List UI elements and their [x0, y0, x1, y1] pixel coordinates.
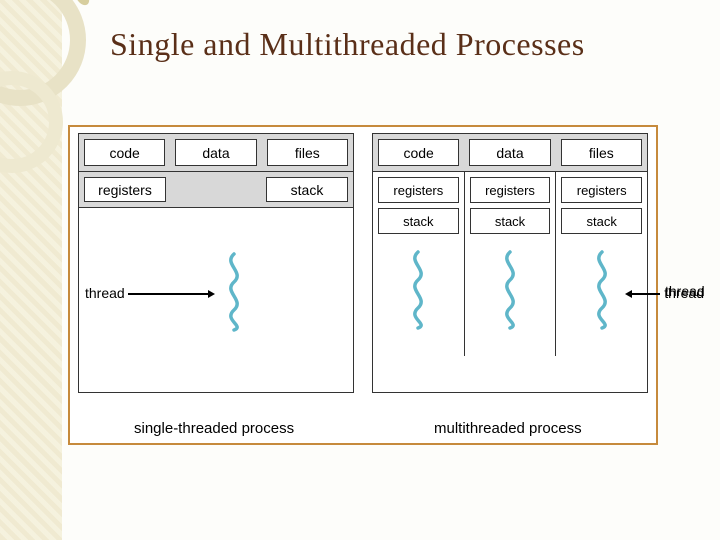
arrow-line	[128, 293, 208, 295]
single-threaded-panel: code data files registers stack	[78, 127, 354, 412]
cell-registers: registers	[378, 177, 459, 203]
cell-code: code	[378, 139, 459, 166]
arrow-line	[632, 293, 660, 295]
cell-data: data	[469, 139, 550, 166]
thread-label-left: thread	[85, 285, 125, 301]
diagram-figure: code data files registers stack code dat…	[68, 125, 658, 445]
multi-shared-row: code data files	[373, 134, 647, 172]
thread-squiggle-icon	[587, 250, 617, 330]
single-caption: single-threaded process	[134, 420, 294, 437]
cell-registers: registers	[470, 177, 551, 203]
multithreaded-panel: code data files registers stack register…	[372, 127, 648, 412]
multi-threads-area: registers stack registers stack register…	[373, 172, 647, 356]
cell-files: files	[561, 139, 642, 166]
thread-column: registers stack	[373, 172, 465, 356]
arrow-head-icon	[208, 290, 215, 298]
thread-column: registers stack	[556, 172, 647, 356]
slide-title: Single and Multithreaded Processes	[110, 26, 585, 63]
single-process-box: code data files registers stack	[78, 133, 354, 393]
single-perthread-row: registers stack	[79, 172, 353, 208]
cell-stack: stack	[470, 208, 551, 234]
cell-data: data	[175, 139, 256, 166]
cell-stack: stack	[378, 208, 459, 234]
cell-registers: registers	[561, 177, 642, 203]
arrow-head-icon	[625, 290, 632, 298]
cell-files: files	[267, 139, 348, 166]
cell-code: code	[84, 139, 165, 166]
multi-process-box: code data files registers stack register…	[372, 133, 648, 393]
cell-stack: stack	[561, 208, 642, 234]
slide-sidebar-pattern	[0, 0, 62, 540]
thread-squiggle-icon	[495, 250, 525, 330]
multi-caption: multithreaded process	[434, 420, 582, 437]
cell-stack: stack	[266, 177, 348, 202]
thread-squiggle-icon	[219, 252, 249, 332]
thread-column: registers stack	[465, 172, 557, 356]
thread-squiggle-icon	[403, 250, 433, 330]
single-shared-row: code data files	[79, 134, 353, 172]
thread-label-right-outer: thread	[665, 283, 705, 299]
cell-registers: registers	[84, 177, 166, 202]
